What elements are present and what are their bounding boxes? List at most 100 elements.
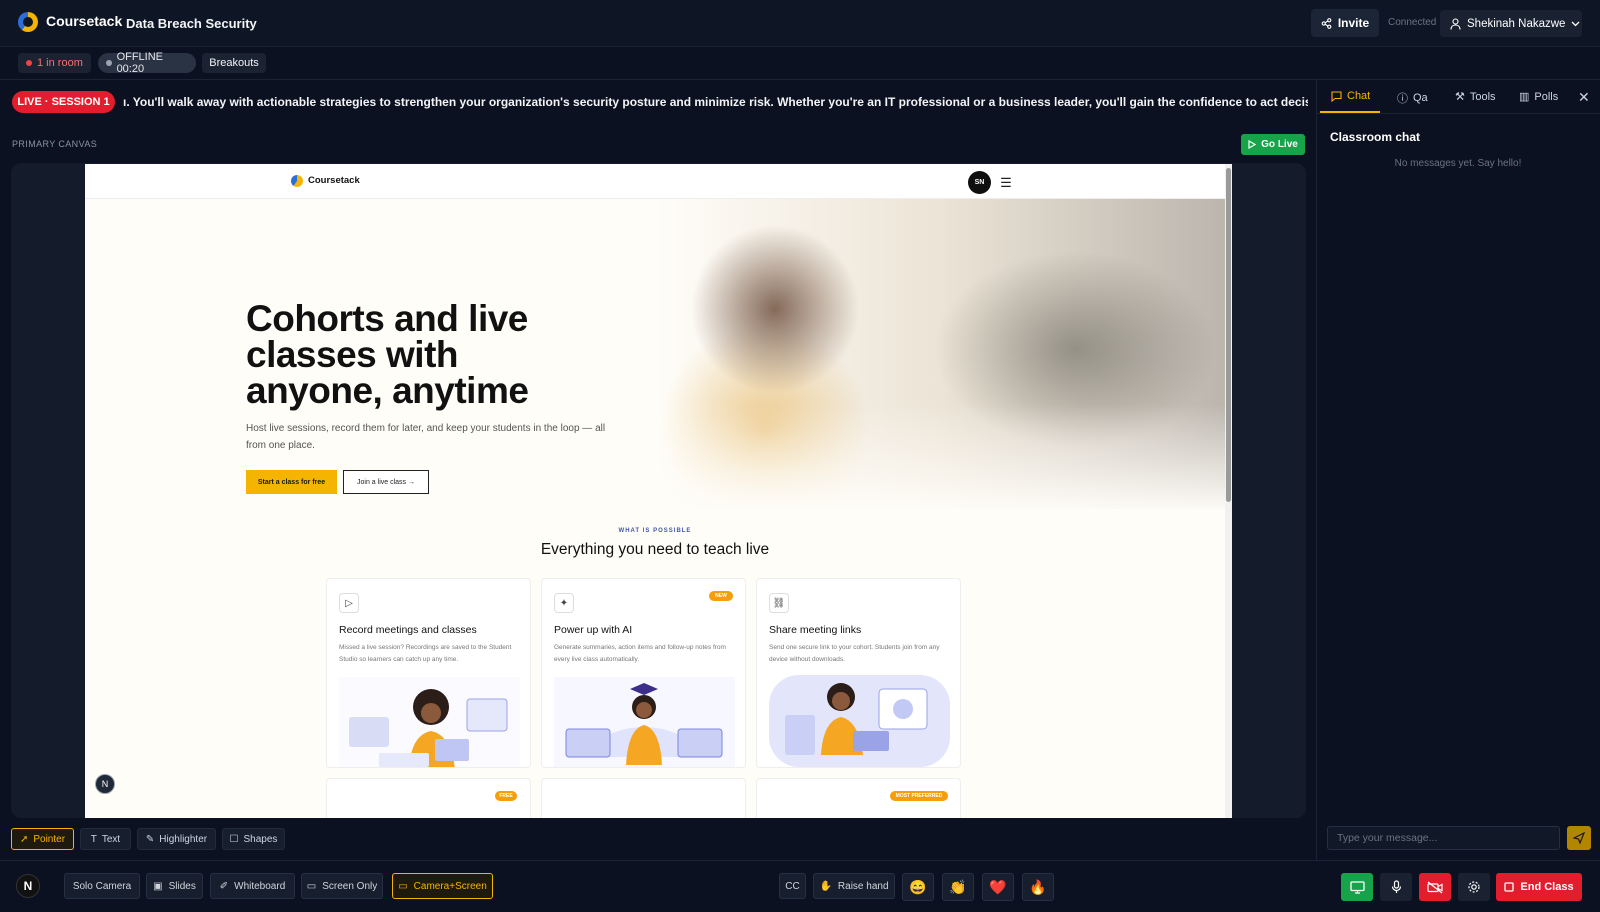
highlighter-tool-button[interactable]: ✎ Highlighter bbox=[137, 828, 216, 850]
tab-chat[interactable]: Chat bbox=[1331, 90, 1370, 102]
camera-off-icon bbox=[1427, 880, 1443, 894]
slides-button[interactable]: ▣ Slides bbox=[146, 873, 203, 899]
join-class-button: Join a live class → bbox=[343, 470, 429, 494]
card-title: Power up with AI bbox=[554, 624, 633, 636]
close-icon[interactable]: ✕ bbox=[1578, 89, 1590, 106]
send-button[interactable] bbox=[1567, 826, 1591, 850]
end-class-label: End Class bbox=[1520, 881, 1574, 893]
tab-tools-label: Tools bbox=[1469, 90, 1496, 103]
floating-avatar[interactable]: N bbox=[95, 774, 115, 794]
camera-off-button[interactable] bbox=[1419, 873, 1451, 901]
in-room-label: 1 in room bbox=[37, 57, 83, 69]
go-live-label: Go Live bbox=[1261, 139, 1298, 150]
screen-only-button[interactable]: ▭ Screen Only bbox=[301, 873, 383, 899]
hamburger-icon: ☰ bbox=[1000, 175, 1012, 190]
hand-icon: ✋ bbox=[819, 880, 832, 892]
sparkle-icon: ✦ bbox=[554, 593, 574, 613]
settings-button[interactable] bbox=[1458, 873, 1490, 901]
question-icon: ⓘ bbox=[1397, 93, 1408, 105]
monitor-icon bbox=[1349, 880, 1365, 894]
heart-reaction-button[interactable]: ❤️ bbox=[982, 873, 1014, 901]
text-tool-button[interactable]: T Text bbox=[80, 828, 131, 850]
user-name: Shekinah Nakazwe bbox=[1467, 17, 1566, 30]
solo-camera-button[interactable]: Solo Camera bbox=[64, 873, 140, 899]
screen-icon: ▭ bbox=[306, 880, 317, 892]
feature-card-record: ▷ Record meetings and classes Missed a l… bbox=[326, 578, 531, 768]
shared-avatar: SN bbox=[968, 171, 991, 194]
card-title: Share meeting links bbox=[769, 624, 862, 636]
in-room-badge: 1 in room bbox=[18, 53, 91, 73]
raise-hand-button[interactable]: ✋ Raise hand bbox=[813, 873, 895, 899]
text-icon: T bbox=[90, 833, 97, 845]
record-illustration bbox=[339, 677, 520, 767]
highlighter-icon: ✎ bbox=[145, 833, 155, 845]
pointer-tool-button[interactable]: ➚ Pointer bbox=[11, 828, 74, 850]
most-preferred-badge: MOST PREFERRED bbox=[890, 791, 948, 801]
chat-title: Classroom chat bbox=[1330, 130, 1421, 144]
primary-canvas[interactable]: Coursetack SN ☰ Cohorts and live classes… bbox=[11, 163, 1306, 818]
shared-page-nav: Coursetack SN ☰ bbox=[85, 164, 1225, 199]
pointer-label: Pointer bbox=[33, 833, 66, 845]
feature-card-row2-1: FREE bbox=[326, 778, 531, 818]
chat-empty-state: No messages yet. Say hello! bbox=[1394, 158, 1522, 169]
user-avatar[interactable]: N bbox=[16, 874, 40, 898]
feature-card-row2-2 bbox=[541, 778, 746, 818]
shared-brand: Coursetack bbox=[308, 175, 360, 186]
captions-button[interactable]: CC bbox=[779, 873, 806, 899]
shared-scrollbar-thumb bbox=[1226, 168, 1231, 502]
whiteboard-label: Whiteboard bbox=[234, 880, 286, 892]
ai-illustration bbox=[554, 677, 735, 767]
chat-message-input[interactable]: Type your message... bbox=[1327, 826, 1560, 850]
card-desc: Generate summaries, action items and fol… bbox=[554, 644, 726, 663]
highlighter-label: Highlighter bbox=[159, 833, 208, 845]
offline-timer-badge: OFFLINE 00:20 bbox=[98, 51, 196, 75]
fire-reaction-button[interactable]: 🔥 bbox=[1022, 873, 1054, 901]
active-tab-indicator bbox=[1320, 111, 1380, 113]
invite-label: Invite bbox=[1337, 16, 1370, 30]
chevron-down-icon bbox=[1571, 21, 1580, 26]
monitor-icon: ▭ bbox=[398, 880, 408, 892]
section-kicker: WHAT IS POSSIBLE bbox=[618, 528, 692, 534]
share-icon bbox=[1321, 17, 1332, 29]
brand-name: Coursetack bbox=[46, 13, 123, 29]
screen-only-label: Screen Only bbox=[322, 880, 378, 892]
microphone-button[interactable] bbox=[1380, 873, 1412, 901]
status-dot-icon bbox=[106, 60, 112, 66]
shapes-tool-button[interactable]: ☐ Shapes bbox=[222, 828, 285, 850]
wrench-icon: ⚒ bbox=[1455, 91, 1465, 103]
microphone-icon bbox=[1391, 880, 1401, 893]
feature-card-share: ⛓ Share meeting links Send one secure li… bbox=[756, 578, 961, 768]
tab-chat-label: Chat bbox=[1347, 90, 1371, 102]
whiteboard-button[interactable]: ✐ Whiteboard bbox=[210, 873, 295, 899]
cursor-icon: ➚ bbox=[19, 833, 29, 845]
go-live-button[interactable]: Go Live bbox=[1241, 134, 1305, 155]
play-icon bbox=[1248, 140, 1257, 149]
tab-qa[interactable]: ⓘ Qa bbox=[1397, 90, 1428, 106]
feature-card-ai: ✦ NEW Power up with AI Generate summarie… bbox=[541, 578, 746, 768]
laugh-reaction-button[interactable]: 😄 bbox=[902, 873, 934, 901]
end-class-button[interactable]: End Class bbox=[1496, 873, 1582, 901]
side-panel bbox=[1316, 80, 1600, 860]
user-menu[interactable]: Shekinah Nakazwe bbox=[1440, 10, 1582, 37]
camera-screen-button[interactable]: ▭ Camera+Screen bbox=[392, 873, 493, 899]
screen-share-button[interactable] bbox=[1341, 873, 1373, 901]
share-illustration bbox=[769, 675, 950, 767]
tab-tools[interactable]: ⚒ Tools bbox=[1455, 90, 1496, 104]
link-icon: ⛓ bbox=[769, 593, 789, 613]
start-class-button: Start a class for free bbox=[246, 470, 337, 494]
invite-button[interactable]: Invite bbox=[1311, 9, 1379, 37]
clap-reaction-button[interactable]: 👏 bbox=[942, 873, 974, 901]
section-title: Everything you need to teach live bbox=[540, 541, 770, 558]
red-dot-icon bbox=[26, 60, 32, 66]
breakouts-button[interactable]: Breakouts bbox=[202, 53, 266, 73]
coursetack-logo-icon bbox=[18, 12, 38, 32]
card-desc: Send one secure link to your cohort. Stu… bbox=[769, 644, 940, 663]
tab-polls[interactable]: ▥ Polls bbox=[1519, 90, 1558, 104]
raise-hand-label: Raise hand bbox=[837, 880, 889, 892]
square-icon: ☐ bbox=[229, 833, 239, 845]
play-circle-icon: ▷ bbox=[339, 593, 359, 613]
ticker-text: ı. You'll walk away with actionable stra… bbox=[123, 95, 1308, 109]
free-badge: FREE bbox=[495, 791, 517, 801]
shapes-label: Shapes bbox=[243, 833, 278, 845]
offline-label: OFFLINE 00:20 bbox=[116, 51, 164, 75]
